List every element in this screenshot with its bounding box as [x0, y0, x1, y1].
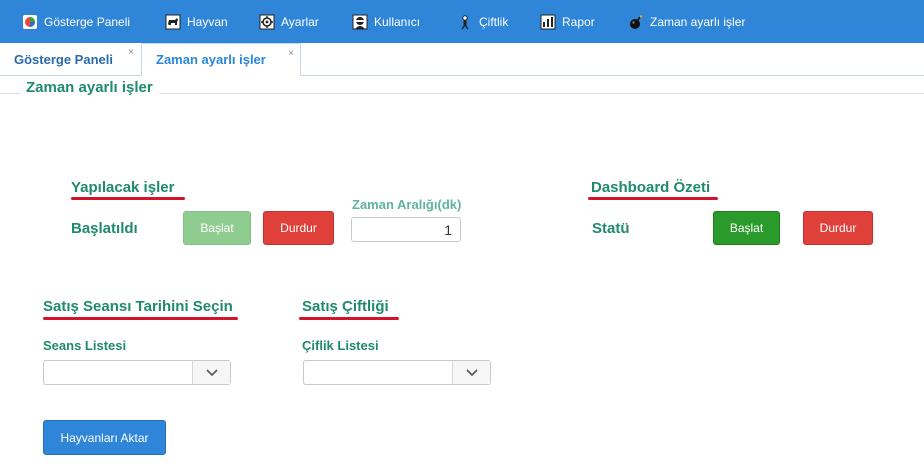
- interval-input[interactable]: 1: [351, 217, 461, 242]
- dashboard-title: Dashboard Özeti: [591, 179, 711, 196]
- farm-list-label: Çiflik Listesi: [302, 338, 379, 353]
- menu-item-label: Hayvan: [187, 14, 228, 29]
- farm-title: Satış Çiftliği: [302, 298, 389, 315]
- tab-label: Gösterge Paneli: [14, 52, 113, 67]
- menu-item-label: Zaman ayarlı işler: [650, 14, 746, 29]
- menu-item-label: Çiftlik: [479, 14, 509, 29]
- todo-start-button[interactable]: Başlat: [183, 211, 251, 245]
- user-icon: [352, 14, 368, 30]
- menu-item-user[interactable]: Kullanıcı: [352, 0, 420, 43]
- transfer-animals-button[interactable]: Hayvanları Aktar: [43, 420, 166, 455]
- chevron-down-icon[interactable]: [192, 361, 230, 384]
- interval-label: Zaman Aralığı(dk): [352, 197, 462, 212]
- tab-label: Zaman ayarlı işler: [156, 52, 266, 67]
- dashboard-stop-button[interactable]: Durdur: [803, 211, 873, 245]
- menu-item-dashboard[interactable]: Gösterge Paneli: [22, 0, 130, 43]
- farm-title-underline: [299, 317, 399, 320]
- menu-item-label: Ayarlar: [281, 14, 319, 29]
- menu-item-label: Gösterge Paneli: [44, 14, 131, 29]
- session-select[interactable]: [43, 360, 231, 385]
- session-title-underline: [43, 317, 238, 320]
- tab-dashboard[interactable]: Gösterge Paneli ×: [0, 43, 140, 76]
- menu-item-farm[interactable]: Çiftlik: [457, 0, 508, 43]
- todo-status-label: Başlatıldı: [71, 220, 138, 237]
- fieldset-legend: Zaman ayarlı işler: [20, 79, 159, 96]
- farm-select[interactable]: [303, 360, 491, 385]
- tab-bar: Gösterge Paneli × Zaman ayarlı işler ×: [0, 43, 924, 76]
- close-icon[interactable]: ×: [128, 47, 134, 58]
- menu-item-label: Rapor: [562, 14, 595, 29]
- todo-stop-button[interactable]: Durdur: [263, 211, 334, 245]
- tab-scheduled-jobs[interactable]: Zaman ayarlı işler ×: [141, 43, 301, 76]
- report-icon: [540, 14, 556, 30]
- menu-item-label: Kullanıcı: [374, 14, 421, 29]
- session-title: Satış Seansı Tarihini Seçin: [43, 298, 233, 315]
- todo-title-underline: [71, 197, 185, 200]
- close-icon[interactable]: ×: [288, 48, 294, 59]
- bomb-icon: [628, 14, 644, 30]
- farm-icon: [457, 14, 473, 30]
- dashboard-status-label: Statü: [592, 220, 630, 237]
- dashboard-icon: [22, 14, 38, 30]
- settings-icon: [259, 14, 275, 30]
- dashboard-title-underline: [588, 197, 718, 200]
- menu-item-animal[interactable]: Hayvan: [165, 0, 228, 43]
- animal-icon: [165, 14, 181, 30]
- chevron-down-icon[interactable]: [452, 361, 490, 384]
- menu-item-report[interactable]: Rapor: [540, 0, 595, 43]
- dashboard-start-button[interactable]: Başlat: [713, 211, 780, 245]
- todo-title: Yapılacak işler: [71, 179, 175, 196]
- menu-item-settings[interactable]: Ayarlar: [259, 0, 319, 43]
- menu-item-scheduled-jobs[interactable]: Zaman ayarlı işler: [628, 0, 745, 43]
- session-list-label: Seans Listesi: [43, 338, 127, 353]
- top-menu-bar: Gösterge Paneli Hayvan Ayarlar Kullanıcı…: [0, 0, 924, 43]
